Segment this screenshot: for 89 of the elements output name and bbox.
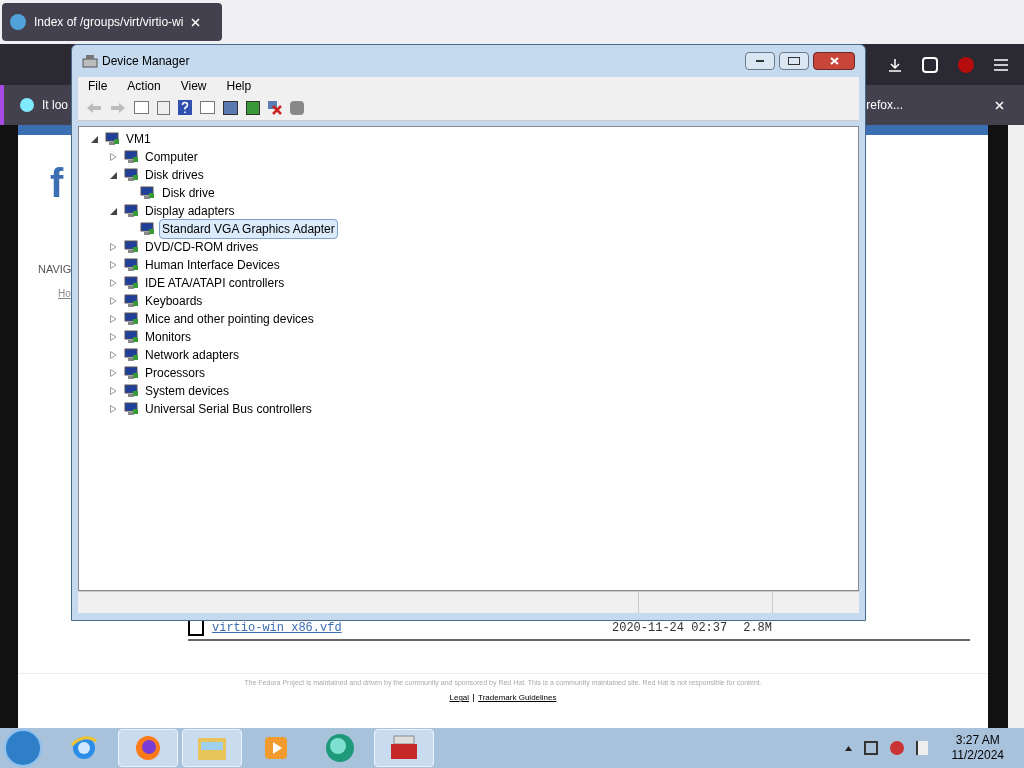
download-icon[interactable] <box>888 57 902 72</box>
device-icon <box>139 222 155 236</box>
tree-item[interactable]: Computer <box>145 148 198 166</box>
window-icon[interactable] <box>134 101 149 114</box>
device-icon <box>123 150 139 164</box>
tree-item[interactable]: Standard VGA Graphics Adapter <box>159 219 338 239</box>
home-link[interactable]: Ho <box>58 285 71 301</box>
maximize-button[interactable] <box>779 52 809 70</box>
window-title: Device Manager <box>102 53 190 70</box>
device-icon <box>123 366 139 380</box>
device-icon <box>123 258 139 272</box>
taskbar-app[interactable] <box>374 729 434 767</box>
tree-item[interactable]: Keyboards <box>145 292 203 310</box>
close-icon <box>829 57 839 65</box>
window-icon[interactable] <box>200 101 215 114</box>
device-icon <box>123 384 139 398</box>
tree-item[interactable]: DVD/CD-ROM drives <box>145 238 259 256</box>
menu-item[interactable]: View <box>170 77 217 95</box>
tree-item[interactable]: Processors <box>145 364 206 382</box>
device-icon <box>104 132 120 146</box>
toolbox-icon[interactable] <box>388 734 420 762</box>
collapse-arrow-icon[interactable] <box>91 135 98 143</box>
file-size: 2.8M <box>743 619 773 637</box>
collapse-arrow-icon[interactable] <box>110 207 117 215</box>
tree-item[interactable]: Human Interface Devices <box>145 256 280 274</box>
expand-arrow-icon[interactable] <box>110 153 117 161</box>
device-icon <box>123 312 139 326</box>
expand-arrow-icon[interactable] <box>110 279 117 287</box>
notification-text: refox... <box>866 97 903 114</box>
notification-text: It loo <box>42 97 68 114</box>
file-link[interactable]: virtio-win_x86.vfd <box>212 618 612 637</box>
show-hidden-icon[interactable] <box>844 745 852 751</box>
clock-date: 11/2/2024 <box>951 748 1004 763</box>
browser-tab[interactable]: Index of /groups/virt/virtio-wi <box>2 3 222 41</box>
uninstall-icon[interactable] <box>268 100 282 115</box>
device-icon <box>123 168 139 182</box>
menu-icon[interactable] <box>994 58 1008 71</box>
tree-item[interactable]: Display adapters <box>145 202 235 220</box>
tree-item[interactable]: Mice and other pointing devices <box>145 310 314 328</box>
close-button[interactable] <box>813 52 855 70</box>
close-icon[interactable] <box>191 17 201 27</box>
tree-item[interactable]: Disk drives <box>145 166 204 184</box>
taskbar-app[interactable] <box>118 729 178 767</box>
device-icon <box>123 276 139 290</box>
tree-root[interactable]: VM1 <box>126 130 151 148</box>
file-date: 2020-11-24 02:37 <box>612 619 728 637</box>
logo-text: f <box>50 163 64 203</box>
scrollbar[interactable] <box>1008 125 1024 728</box>
minimize-button[interactable] <box>745 52 775 70</box>
back-icon[interactable] <box>86 101 102 114</box>
tree-item[interactable]: Disk drive <box>159 183 218 203</box>
expand-arrow-icon[interactable] <box>110 243 117 251</box>
expand-arrow-icon[interactable] <box>110 369 117 377</box>
round-app-icon[interactable] <box>324 732 356 764</box>
play-icon[interactable] <box>263 735 289 761</box>
expand-arrow-icon[interactable] <box>110 333 117 341</box>
tree-item[interactable]: Network adapters <box>145 346 240 364</box>
menu-item[interactable]: File <box>78 77 118 95</box>
device-icon <box>123 204 139 218</box>
nav-heading: NAVIG <box>38 262 72 277</box>
expand-arrow-icon[interactable] <box>110 387 117 395</box>
forward-icon[interactable] <box>110 101 126 114</box>
footer-link[interactable]: Trademark Guidelines <box>478 692 557 704</box>
device-icon <box>123 294 139 308</box>
clock[interactable]: 3:27 AM 11/2/2024 <box>951 733 1004 763</box>
fox-globe-icon[interactable] <box>133 733 163 763</box>
menu-item[interactable]: Action <box>117 77 171 95</box>
expand-arrow-icon[interactable] <box>110 351 117 359</box>
computer-icon <box>82 54 98 68</box>
close-icon[interactable] <box>995 100 1004 110</box>
device-icon <box>123 240 139 254</box>
device-icon <box>123 348 139 362</box>
device-icon <box>139 186 155 200</box>
footer-link[interactable]: Legal <box>449 692 470 704</box>
tree-item[interactable]: System devices <box>145 382 230 400</box>
help-icon[interactable] <box>178 100 192 115</box>
tree-item[interactable]: Universal Serial Bus controllers <box>145 400 312 418</box>
expand-arrow-icon[interactable] <box>110 261 117 269</box>
expand-arrow-icon[interactable] <box>110 297 117 305</box>
clock-time: 3:27 AM <box>955 733 1000 748</box>
device-icon <box>123 330 139 344</box>
tree-item[interactable]: Monitors <box>145 328 191 346</box>
tree-item[interactable]: IDE ATA/ATAPI controllers <box>145 274 285 292</box>
expand-arrow-icon[interactable] <box>110 315 117 323</box>
collapse-arrow-icon[interactable] <box>110 171 117 179</box>
tab-title: Index of /groups/virt/virtio-wi <box>34 14 184 31</box>
expand-arrow-icon[interactable] <box>110 405 117 413</box>
device-icon <box>123 402 139 416</box>
menu-item[interactable]: Help <box>216 77 262 95</box>
